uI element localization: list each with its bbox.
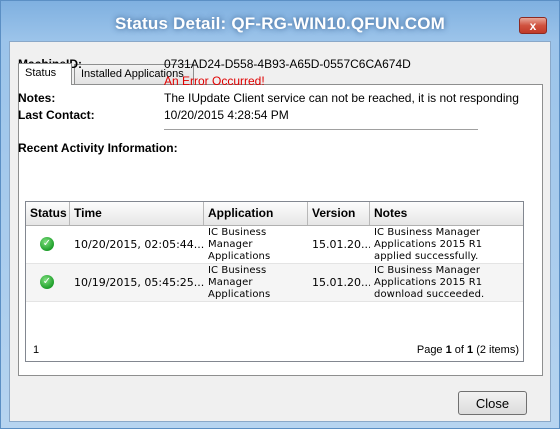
pager: Page 1 of 1 (2 items): [417, 344, 519, 356]
column-header-version[interactable]: Version: [308, 202, 370, 225]
row-version-cell: 15.01.20...: [312, 276, 370, 289]
column-header-status[interactable]: Status: [26, 202, 70, 225]
details-divider: [164, 129, 478, 130]
row-notes-cell: IC Business Manager Applications 2015 R1…: [374, 265, 485, 300]
tab-status[interactable]: Status: [18, 63, 72, 85]
notes-label: Notes:: [18, 91, 56, 105]
success-check-icon: ✓: [40, 237, 54, 251]
close-button[interactable]: Close: [458, 391, 527, 415]
grid-header: Status Time Application Version Notes: [26, 202, 523, 226]
status-value: An Error Occurred!: [164, 74, 265, 88]
row-application-cell: IC Business Manager Applications: [208, 227, 271, 262]
row-version-cell: 15.01.20...: [312, 238, 370, 251]
table-row[interactable]: ✓ 10/20/2015, 02:05:44... IC Business Ma…: [26, 226, 523, 264]
last-contact-label: Last Contact:: [18, 108, 95, 122]
pager-suffix: (2 items): [473, 344, 519, 356]
grid-footer: 1 Page 1 of 1 (2 items): [26, 340, 523, 361]
success-check-icon: ✓: [40, 275, 54, 289]
pager-of: of: [451, 344, 468, 356]
window-close-icon[interactable]: x: [519, 17, 547, 34]
table-row[interactable]: ✓ 10/19/2015, 05:45:25... IC Business Ma…: [26, 264, 523, 302]
recent-activity-heading: Recent Activity Information:: [18, 141, 178, 155]
row-status-cell: ✓: [26, 264, 70, 301]
status-detail-window: Status Detail: QF-RG-WIN10.QFUN.COM x St…: [0, 0, 560, 429]
row-time-cell: 10/19/2015, 05:45:25...: [74, 276, 204, 289]
window-title: Status Detail: QF-RG-WIN10.QFUN.COM: [114, 14, 445, 33]
column-header-time[interactable]: Time: [70, 202, 204, 225]
row-time-cell: 10/20/2015, 02:05:44...: [74, 238, 204, 251]
last-contact-value: 10/20/2015 4:28:54 PM: [164, 108, 289, 122]
activity-grid[interactable]: Status Time Application Version Notes ✓ …: [25, 201, 524, 362]
column-header-notes[interactable]: Notes: [370, 202, 523, 225]
row-status-cell: ✓: [26, 226, 70, 263]
footer-count: 1: [33, 344, 40, 356]
machine-id-value: 0731AD24-D558-4B93-A65D-0557C6CA674D: [164, 57, 411, 71]
title-bar: Status Detail: QF-RG-WIN10.QFUN.COM x: [1, 1, 559, 41]
row-application-cell: IC Business Manager Applications: [208, 265, 271, 300]
row-notes-cell: IC Business Manager Applications 2015 R1…: [374, 227, 483, 262]
pager-prefix: Page: [416, 344, 446, 356]
column-header-application[interactable]: Application: [204, 202, 308, 225]
notes-value: The IUpdate Client service can not be re…: [164, 91, 519, 105]
